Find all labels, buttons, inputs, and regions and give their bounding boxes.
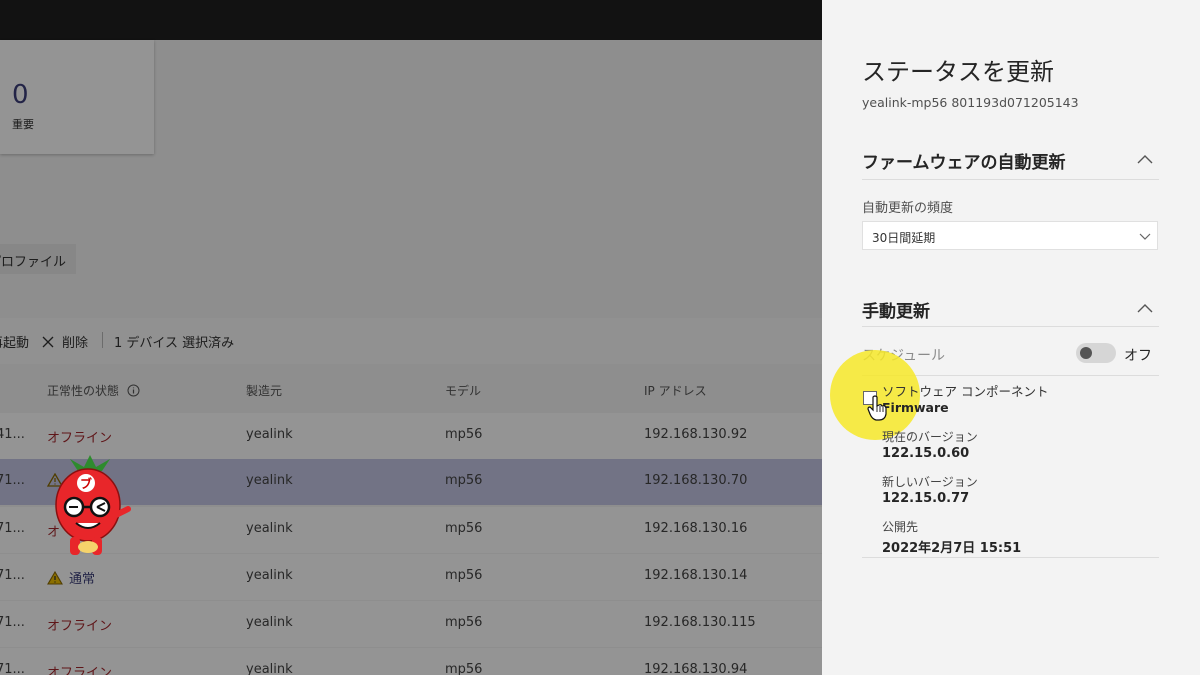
- table-row[interactable]: 41... オフライン yealink mp56 192.168.130.92: [0, 413, 822, 459]
- device-id: 41...: [0, 427, 25, 442]
- component-column-label: ソフトウェア コンポーネント: [882, 384, 1049, 399]
- hand-cursor-icon: [867, 395, 887, 421]
- device-id: 71...: [0, 615, 25, 630]
- health-status: オフライン: [47, 619, 113, 634]
- chevron-up-icon[interactable]: [1136, 153, 1154, 165]
- device-list-page: 0 重要 プロファイル 再起動 削除 1 デバイス 選択済み 正常性の状態 製造…: [0, 0, 822, 675]
- update-frequency-label: 自動更新の頻度: [862, 201, 954, 216]
- section-divider: [862, 557, 1159, 558]
- manufacturer: yealink: [246, 427, 293, 442]
- section-divider: [862, 326, 1159, 327]
- panel-title: ステータスを更新: [862, 58, 1054, 86]
- tomato-mascot: ブ: [55, 455, 131, 555]
- device-id: 71...: [0, 568, 25, 583]
- ip-address: 192.168.130.94: [644, 662, 748, 675]
- model: mp56: [445, 662, 483, 675]
- section-title-auto-update: ファームウェアの自動更新: [862, 153, 1066, 173]
- ip-address: 192.168.130.14: [644, 568, 748, 583]
- selection-count: 1 デバイス 選択済み: [114, 336, 235, 351]
- current-version-label: 現在のバージョン: [882, 430, 978, 444]
- device-identifier: yealink-mp56 801193d071205143: [862, 95, 1079, 110]
- mascot-badge: ブ: [80, 476, 92, 491]
- column-header-health[interactable]: 正常性の状態: [47, 382, 140, 399]
- summary-count: 0: [12, 80, 29, 110]
- column-header-model[interactable]: モデル: [445, 382, 481, 399]
- update-status-panel: ステータスを更新 yealink-mp56 801193d071205143 フ…: [822, 0, 1200, 675]
- schedule-toggle[interactable]: [1076, 343, 1116, 363]
- section-title-manual-update: 手動更新: [862, 302, 930, 322]
- manufacturer: yealink: [246, 473, 293, 488]
- command-bar: 再起動 削除 1 デバイス 選択済み: [0, 318, 822, 364]
- summary-label: 重要: [12, 118, 34, 131]
- profile-tab-label: プロファイル: [0, 255, 67, 270]
- published-value: 2022年2月7日 15:51: [882, 541, 1022, 556]
- close-icon: [42, 336, 54, 348]
- top-bar: [0, 0, 822, 40]
- info-icon[interactable]: [127, 384, 140, 397]
- table-row[interactable]: 71... オフライン yealink mp56 192.168.130.94: [0, 648, 822, 675]
- ip-address: 192.168.130.92: [644, 427, 748, 442]
- health-status-label: 通常: [69, 572, 96, 587]
- chevron-down-icon: [1139, 233, 1151, 240]
- chevron-up-icon[interactable]: [1136, 302, 1154, 314]
- profile-tab[interactable]: プロファイル: [0, 244, 76, 274]
- device-id: 71...: [0, 521, 25, 536]
- table-row[interactable]: 71... オフライン yealink mp56 192.168.130.115: [0, 601, 822, 647]
- device-id: 71...: [0, 473, 25, 488]
- ip-address: 192.168.130.115: [644, 615, 756, 630]
- model: mp56: [445, 568, 483, 583]
- manufacturer: yealink: [246, 615, 293, 630]
- model: mp56: [445, 521, 483, 536]
- update-frequency-value: 30日間延期: [872, 231, 936, 245]
- current-version-value: 122.15.0.60: [882, 446, 970, 461]
- manufacturer: yealink: [246, 521, 293, 536]
- manufacturer: yealink: [246, 568, 293, 583]
- ip-address: 192.168.130.16: [644, 521, 748, 536]
- summary-card-critical[interactable]: 0 重要: [0, 40, 154, 154]
- model: mp56: [445, 473, 483, 488]
- restart-button[interactable]: 再起動: [0, 332, 29, 351]
- published-label: 公開先: [882, 520, 919, 534]
- health-status: オフライン: [47, 666, 113, 675]
- ip-address: 192.168.130.70: [644, 473, 748, 488]
- model: mp56: [445, 427, 483, 442]
- column-header-manufacturer[interactable]: 製造元: [246, 382, 282, 399]
- manufacturer: yealink: [246, 662, 293, 675]
- health-status: オフライン: [47, 431, 113, 446]
- delete-label: 削除: [62, 336, 89, 351]
- delete-button[interactable]: 削除: [42, 332, 88, 351]
- health-status: 通常: [47, 568, 95, 587]
- new-version-label: 新しいバージョン: [882, 475, 978, 489]
- column-header-health-label: 正常性の状態: [47, 384, 120, 398]
- table-header: 正常性の状態 製造元 モデル IP アドレス: [0, 366, 822, 412]
- warning-icon: [47, 571, 63, 585]
- column-header-ip[interactable]: IP アドレス: [644, 382, 707, 399]
- toolbar-divider: [102, 332, 103, 348]
- new-version-value: 122.15.0.77: [882, 491, 970, 506]
- toggle-knob: [1080, 347, 1092, 359]
- section-divider: [862, 179, 1159, 180]
- update-frequency-dropdown[interactable]: 30日間延期: [862, 221, 1158, 250]
- component-name: Firmware: [882, 400, 949, 415]
- device-id: 71...: [0, 662, 25, 675]
- schedule-toggle-state: オフ: [1124, 348, 1152, 364]
- model: mp56: [445, 615, 483, 630]
